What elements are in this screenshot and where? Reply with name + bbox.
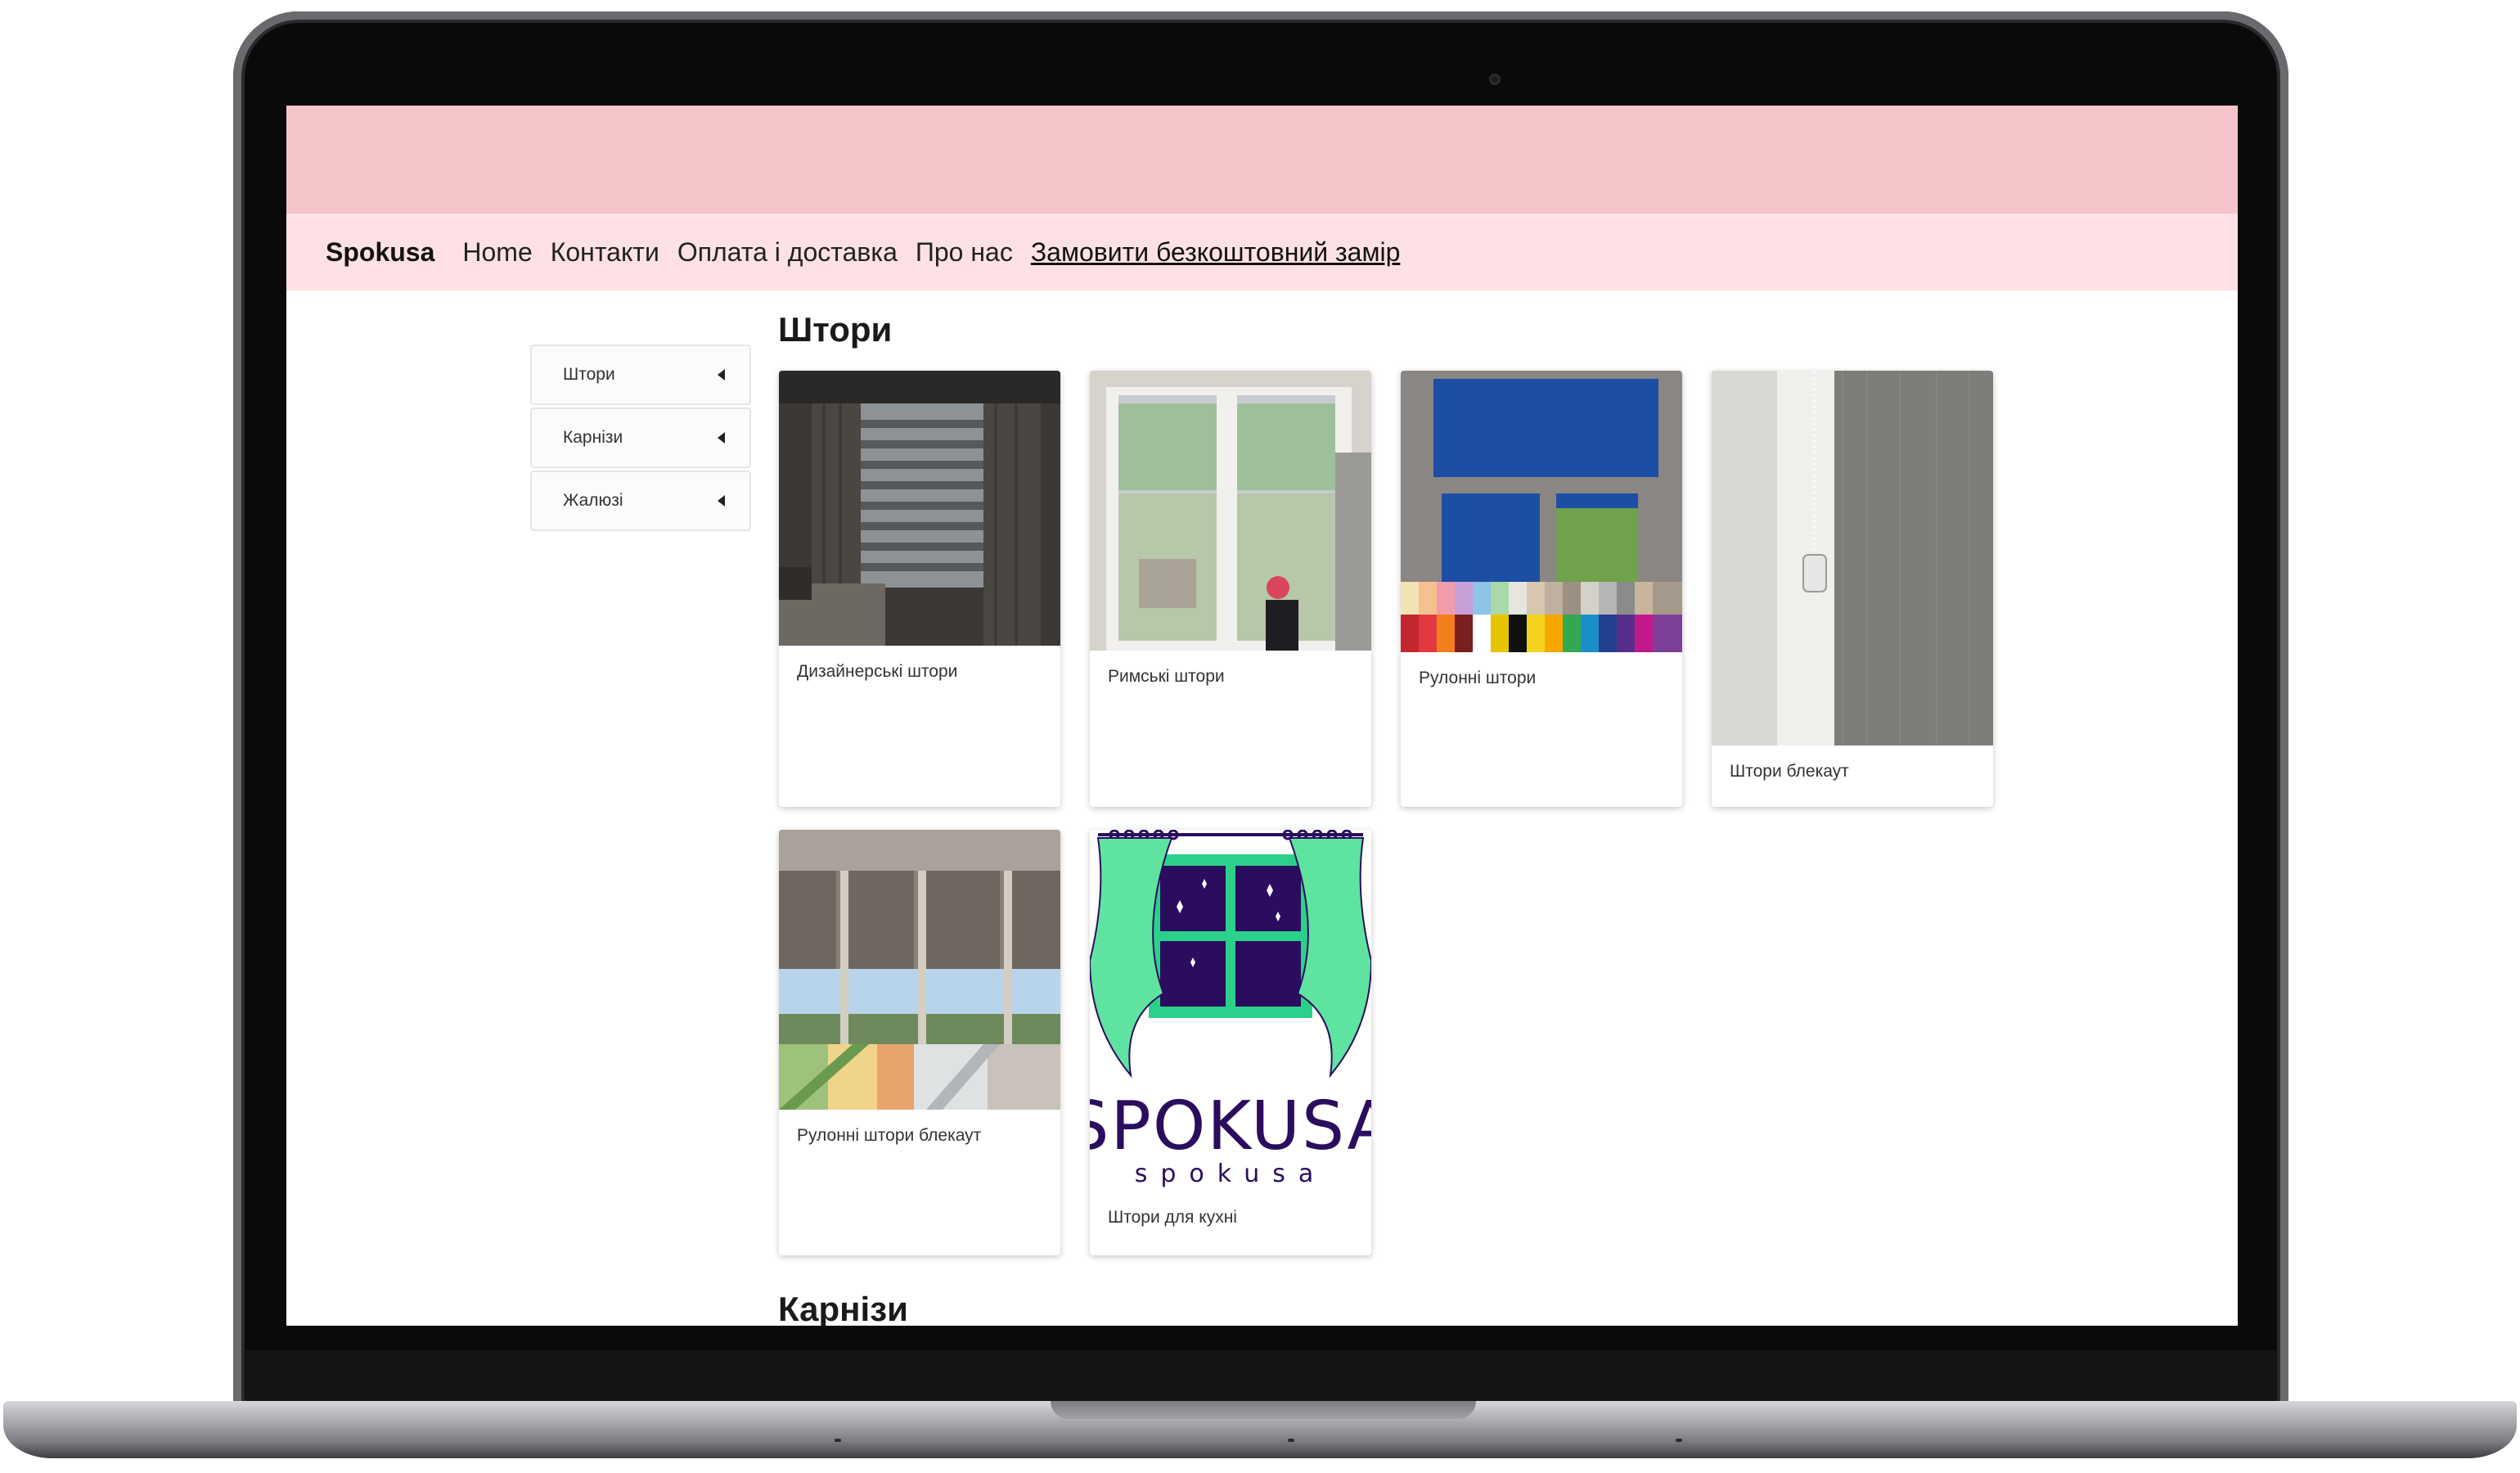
card-title: Штори блекаут [1730,762,1849,781]
spokusa-logo-image: SPOKUSA spokusa [1090,830,1371,1205]
caret-left-icon [718,432,725,444]
sidebar-item-label: Штори [563,365,615,384]
header-banner [286,106,2238,214]
laptop-notch [1051,1401,1476,1419]
category-sidebar: Штори Карнізи Жалюзі [530,345,751,534]
caret-left-icon [718,495,725,507]
top-navbar: Spokusa Home Контакти Оплата і доставка … [286,214,2238,291]
product-image [1401,371,1682,652]
laptop-bottom-bezel [245,1350,2276,1401]
product-card-blackout-curtains[interactable]: Штори блекаут [1712,371,1993,807]
card-title: Рулонні штори [1419,669,1537,687]
product-image [1090,371,1371,651]
product-card-roman-curtains[interactable]: Римські штори [1090,371,1371,807]
card-title: Римські штори [1108,667,1225,686]
section-title-cornices: Карнізи [778,1290,908,1326]
brand-link[interactable]: Spokusa [326,237,434,268]
laptop-foot [1288,1439,1294,1442]
sidebar-item-cornices[interactable]: Карнізи [530,408,751,468]
sidebar-item-label: Карнізи [563,428,623,447]
product-image [779,371,1060,646]
nav-link-contacts[interactable]: Контакти [551,237,659,268]
browser-screen: Spokusa Home Контакти Оплата і доставка … [286,106,2238,1326]
camera-dot [1489,74,1501,85]
laptop-foot [835,1439,841,1442]
nav-link-payment-delivery[interactable]: Оплата і доставка [677,237,898,268]
sidebar-item-blinds[interactable]: Жалюзі [530,471,751,531]
product-image [779,830,1060,1110]
product-card-roller-curtains[interactable]: Рулонні штори [1401,371,1682,807]
nav-link-order-measurement[interactable]: Замовити безкоштовний замір [1031,237,1401,268]
product-card-roller-blackout[interactable]: Рулонні штори блекаут [779,830,1060,1255]
logo-sub-text: spokusa [1135,1160,1327,1188]
nav-link-about[interactable]: Про нас [916,237,1013,268]
product-card-kitchen-curtains[interactable]: SPOKUSA spokusa Штори для кухні [1090,830,1371,1255]
product-image [1712,371,1993,746]
caret-left-icon [718,369,725,381]
nav-link-home[interactable]: Home [462,237,532,268]
logo-main-text: SPOKUSA [1090,1088,1371,1165]
sidebar-item-curtains[interactable]: Штори [530,345,751,405]
card-title: Штори для кухні [1108,1208,1237,1227]
product-card-designer-curtains[interactable]: Дизайнерські штори [779,371,1060,807]
card-title: Рулонні штори блекаут [797,1126,982,1145]
section-title-curtains: Штори [778,310,893,349]
laptop-foot [1676,1439,1682,1442]
laptop-base [3,1401,2517,1458]
sidebar-item-label: Жалюзі [563,491,623,510]
card-title: Дизайнерські штори [797,662,958,681]
